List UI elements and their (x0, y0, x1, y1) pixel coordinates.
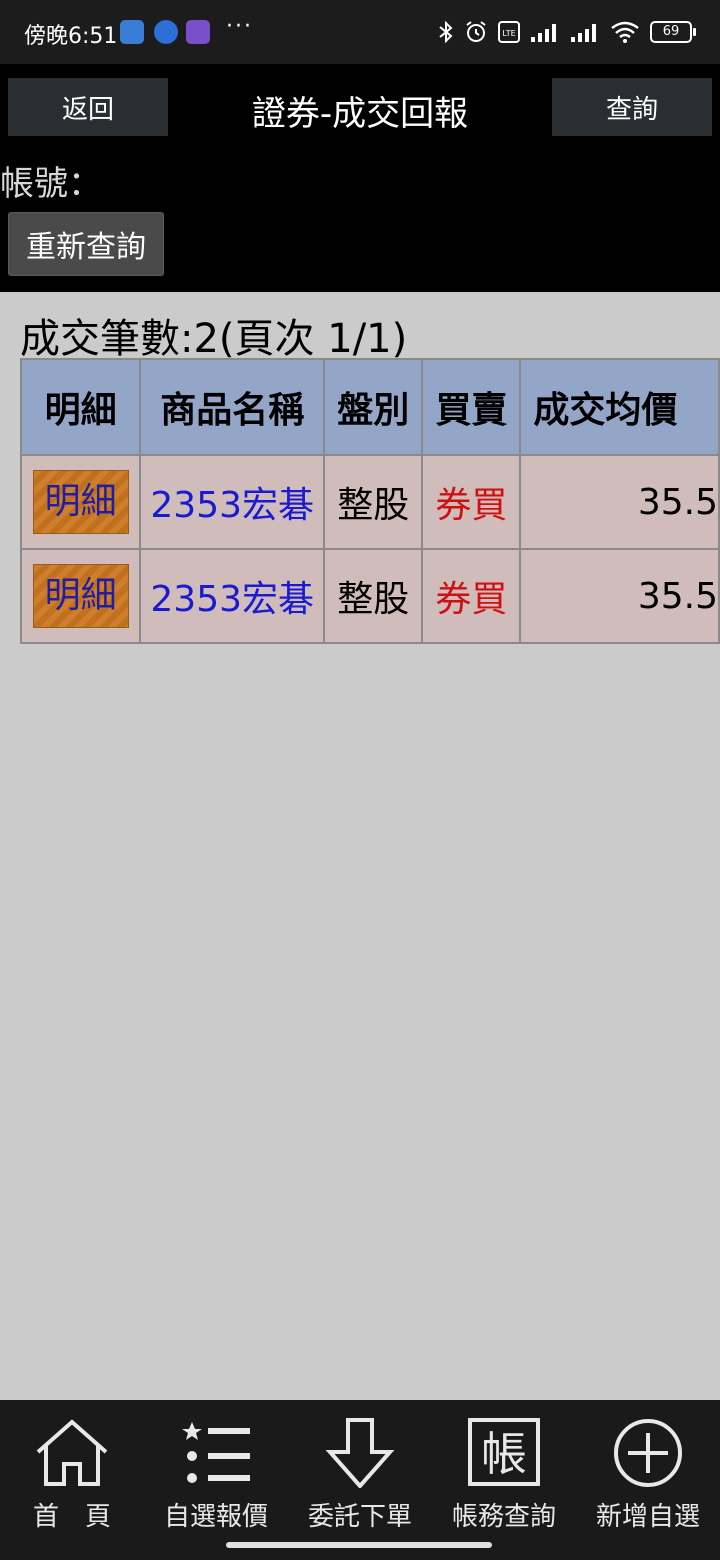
gesture-bar[interactable] (226, 1542, 492, 1548)
column-header-session: 盤別 (323, 358, 424, 456)
signal-1-icon (531, 24, 556, 42)
nav-account-label: 帳務查詢 (451, 1502, 556, 1532)
add-circle-icon (614, 1419, 682, 1487)
detail-cell: 明細 (19, 548, 142, 644)
product-name-cell[interactable]: 2353宏碁 (139, 454, 326, 550)
table-header-row: 明細 商品名稱 盤別 買賣 成交均價 (19, 358, 720, 456)
status-time: 傍晚6:51 (24, 24, 118, 49)
alarm-icon (466, 21, 486, 42)
requery-button[interactable]: 重新查詢 (8, 212, 164, 276)
wifi-icon (611, 21, 639, 43)
watchlist-icon (182, 1422, 250, 1483)
svg-text:帳: 帳 (481, 1427, 527, 1481)
session-cell: 整股 (323, 548, 424, 644)
page-header: 返回 證券-成交回報 查詢 帳號： 重新查詢 (0, 64, 720, 292)
bluetooth-icon (439, 20, 453, 44)
info-notification-icon (154, 20, 178, 44)
side-cell: 券買 (421, 454, 522, 550)
account-label: 帳號： (0, 164, 102, 204)
product-name-cell[interactable]: 2353宏碁 (139, 548, 326, 644)
table-row: 明細 2353宏碁 整股 券買 35.5 (19, 454, 720, 550)
column-header-side: 買賣 (421, 358, 522, 456)
svg-text:LTE: LTE (502, 29, 515, 38)
avg-price-cell: 35.5 (519, 454, 720, 550)
column-header-avg-price: 成交均價 (519, 358, 720, 456)
nav-add-watch[interactable]: 新增自選 (576, 1400, 720, 1532)
trade-table: 明細 商品名稱 盤別 買賣 成交均價 明細 2353宏碁 整股 券買 35.5 … (19, 358, 720, 644)
account-icon: 帳 (468, 1418, 540, 1486)
column-header-product: 商品名稱 (139, 358, 326, 456)
nav-order-label: 委託下單 (307, 1502, 412, 1532)
table-row: 明細 2353宏碁 整股 券買 35.5 (19, 548, 720, 644)
trade-count: 成交筆數:2(頁次 1/1) (20, 316, 408, 362)
detail-button[interactable]: 明細 (32, 470, 129, 534)
volte-icon: LTE (498, 21, 520, 43)
signal-2-icon (571, 24, 596, 42)
home-icon (36, 1419, 108, 1486)
status-bar: 傍晚6:51 ··· LTE 69 (0, 0, 720, 64)
chat-notification-icon (120, 20, 144, 44)
more-notifications-icon: ··· (226, 14, 253, 39)
query-button[interactable]: 查詢 (552, 78, 712, 136)
nav-watchlist-label: 自選報價 (163, 1502, 268, 1532)
nav-watchlist[interactable]: 自選報價 (144, 1400, 288, 1532)
avg-price-cell: 35.5 (519, 548, 720, 644)
bottom-nav: 首 頁 自選報價 委託下單 帳 帳務查詢 新增自選 (0, 1400, 720, 1560)
nav-account[interactable]: 帳 帳務查詢 (432, 1400, 576, 1532)
order-arrow-icon (325, 1418, 395, 1488)
detail-cell: 明細 (19, 454, 142, 550)
column-header-detail: 明細 (19, 358, 142, 456)
nav-order[interactable]: 委託下單 (288, 1400, 432, 1532)
nav-home[interactable]: 首 頁 (0, 1400, 144, 1532)
mail-notification-icon (186, 20, 210, 44)
detail-button[interactable]: 明細 (32, 564, 129, 628)
nav-home-label: 首 頁 (32, 1502, 111, 1532)
side-cell: 券買 (421, 548, 522, 644)
session-cell: 整股 (323, 454, 424, 550)
battery-icon: 69 (650, 21, 696, 43)
nav-add-watch-label: 新增自選 (595, 1502, 700, 1532)
